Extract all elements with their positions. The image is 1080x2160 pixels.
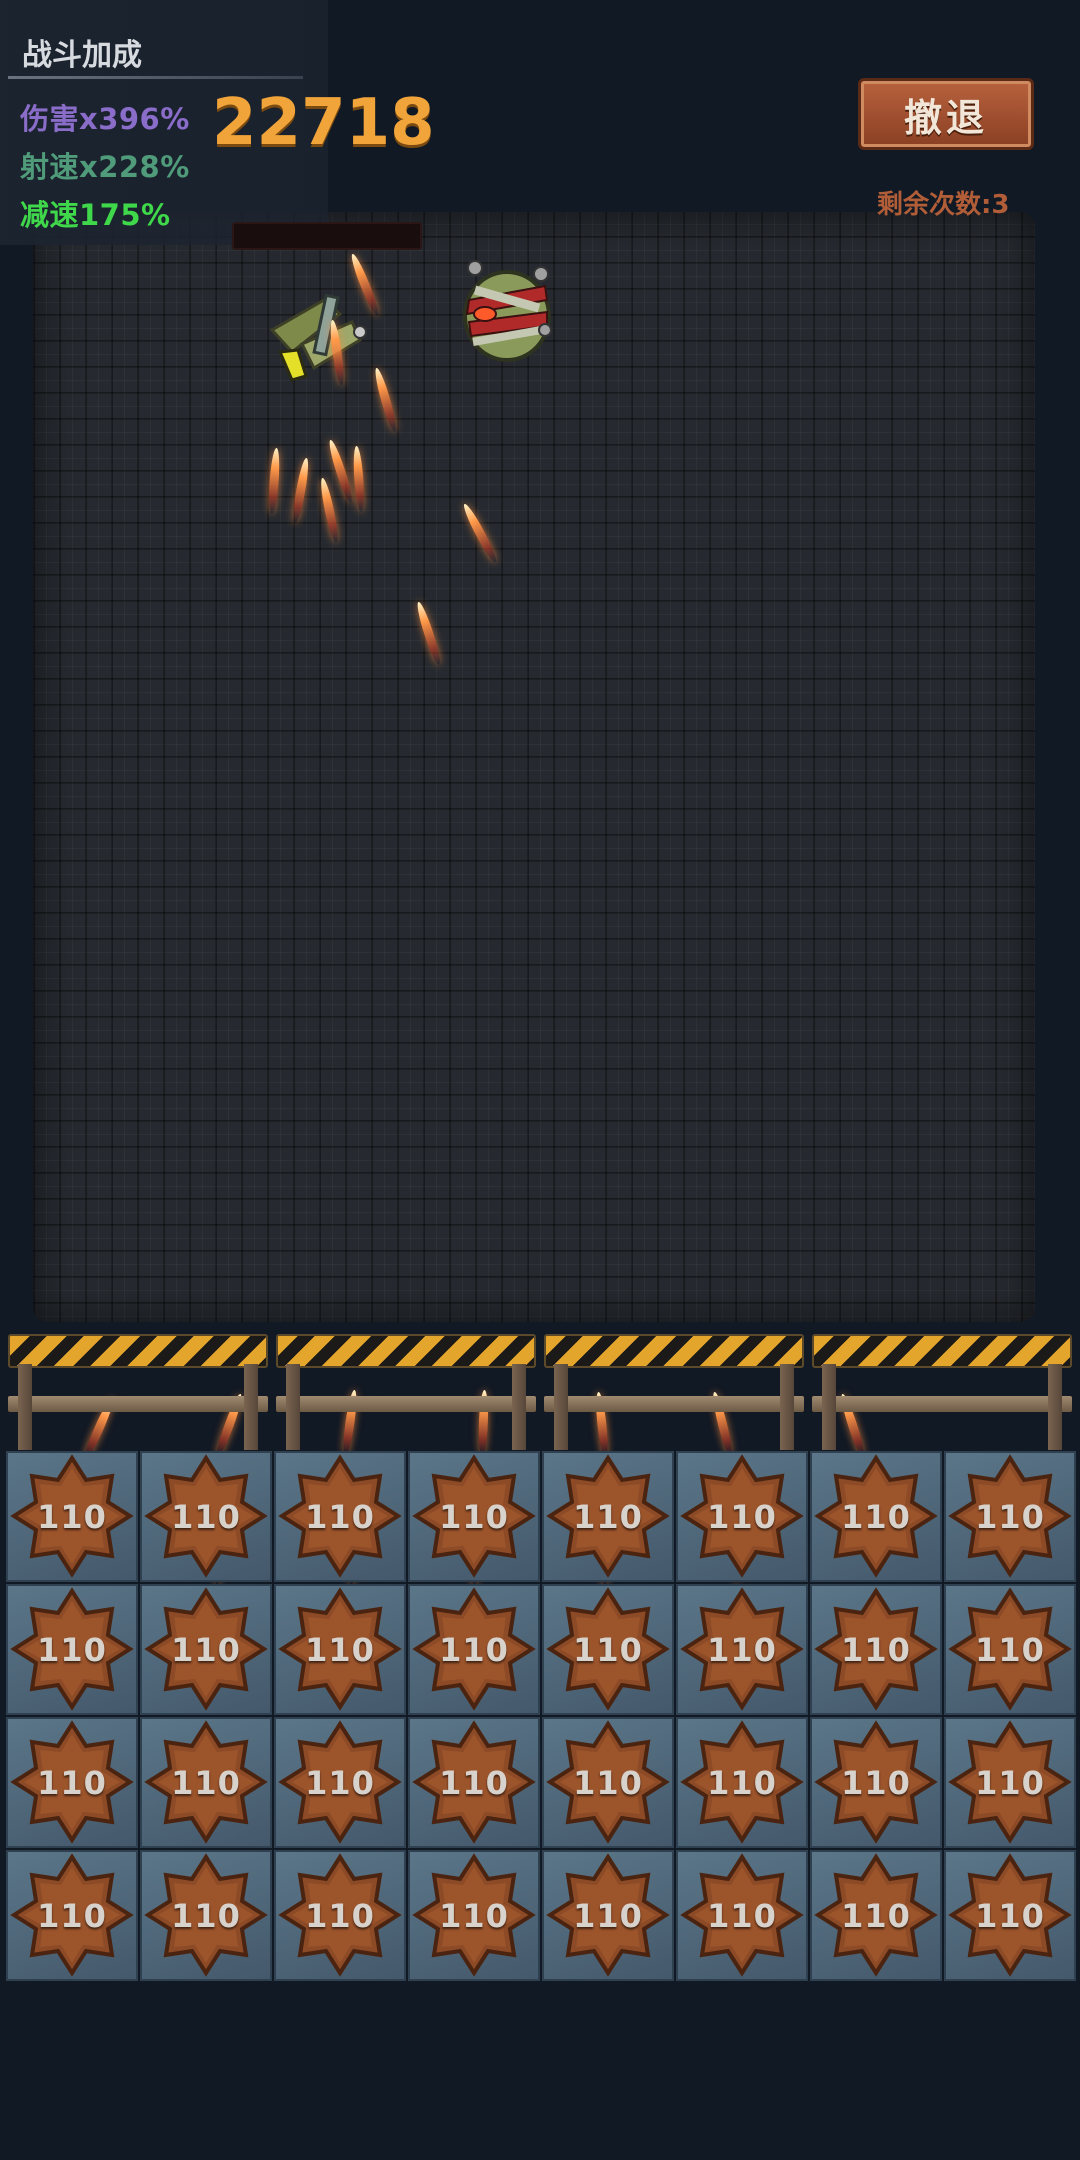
turret-slot[interactable]: 110 [944, 1451, 1076, 1582]
turret-level-value: 110 [171, 1896, 241, 1935]
turret-slot[interactable]: 110 [140, 1717, 272, 1848]
turret-level-value: 110 [707, 1497, 777, 1536]
turret-slot[interactable]: 110 [6, 1584, 138, 1715]
turret-slot[interactable]: 110 [944, 1717, 1076, 1848]
turret-slot[interactable]: 110 [408, 1717, 540, 1848]
mummy-walker-enemy [269, 293, 367, 382]
turret-slot[interactable]: 110 [944, 1850, 1076, 1981]
turret-level-value: 110 [975, 1497, 1045, 1536]
turret-level-value: 110 [305, 1630, 375, 1669]
turret-level-value: 110 [841, 1630, 911, 1669]
turret-slot[interactable]: 110 [408, 1584, 540, 1715]
score-counter: 22718 [212, 86, 435, 160]
turret-level-value: 110 [37, 1763, 107, 1802]
turret-slot[interactable]: 110 [6, 1850, 138, 1981]
turret-slot[interactable]: 110 [676, 1584, 808, 1715]
turret-slot[interactable]: 110 [140, 1850, 272, 1981]
turret-level-value: 110 [573, 1896, 643, 1935]
turret-level-value: 110 [573, 1630, 643, 1669]
turret-level-value: 110 [707, 1896, 777, 1935]
buff-divider [8, 76, 303, 79]
turret-level-value: 110 [439, 1497, 509, 1536]
turret-slot[interactable]: 110 [810, 1717, 942, 1848]
turret-level-value: 110 [841, 1497, 911, 1536]
turret-level-value: 110 [171, 1763, 241, 1802]
turret-level-value: 110 [975, 1763, 1045, 1802]
slow-buff: 减速175% [20, 198, 171, 232]
damage-buff: 伤害x396% [20, 102, 190, 136]
barricade [544, 1334, 804, 1450]
turret-level-value: 110 [573, 1497, 643, 1536]
turret-level-value: 110 [841, 1763, 911, 1802]
barricade [812, 1334, 1072, 1450]
turret-slot[interactable]: 110 [542, 1584, 674, 1715]
turret-level-value: 110 [975, 1630, 1045, 1669]
buff-panel-title: 战斗加成 [22, 38, 142, 73]
turret-slot[interactable]: 110 [810, 1451, 942, 1582]
turret-level-value: 110 [707, 1630, 777, 1669]
fire-rate-buff: 射速x228% [20, 150, 190, 184]
turret-slot[interactable]: 110 [6, 1717, 138, 1848]
turret-level-value: 110 [305, 1896, 375, 1935]
turret-slot[interactable]: 110 [274, 1584, 406, 1715]
turret-slot[interactable]: 110 [542, 1451, 674, 1582]
barricade [8, 1334, 268, 1450]
turret-slot[interactable]: 110 [676, 1451, 808, 1582]
turret-level-value: 110 [37, 1630, 107, 1669]
turret-slot[interactable]: 110 [810, 1584, 942, 1715]
turret-level-value: 110 [573, 1763, 643, 1802]
retreat-button[interactable]: 撤退 [858, 78, 1034, 150]
turret-slot[interactable]: 110 [542, 1850, 674, 1981]
turret-level-value: 110 [439, 1763, 509, 1802]
turret-level-value: 110 [37, 1896, 107, 1935]
turret-slot[interactable]: 110 [944, 1584, 1076, 1715]
turret-slot[interactable]: 110 [676, 1850, 808, 1981]
turret-slot[interactable]: 110 [676, 1717, 808, 1848]
barricade-row [8, 1334, 1072, 1450]
remaining-count: 剩余次数:3 [877, 190, 1010, 220]
turret-level-value: 110 [439, 1630, 509, 1669]
turret-slot[interactable]: 110 [274, 1451, 406, 1582]
enemy-health-bar [232, 222, 422, 250]
battle-field [33, 212, 1035, 1322]
turret-level-value: 110 [171, 1497, 241, 1536]
turret-level-value: 110 [305, 1497, 375, 1536]
turret-slot[interactable]: 110 [6, 1451, 138, 1582]
turret-slot[interactable]: 110 [274, 1850, 406, 1981]
turret-slot[interactable]: 110 [408, 1451, 540, 1582]
turret-grid: 110 110 110 110 110 110 110 110 110 110 110 110 110 1… [6, 1451, 1076, 1981]
turret-slot[interactable]: 110 [810, 1850, 942, 1981]
turret-level-value: 110 [171, 1630, 241, 1669]
turret-slot[interactable]: 110 [408, 1850, 540, 1981]
turret-level-value: 110 [975, 1896, 1045, 1935]
turret-slot[interactable]: 110 [140, 1451, 272, 1582]
turret-level-value: 110 [305, 1763, 375, 1802]
turret-slot[interactable]: 110 [542, 1717, 674, 1848]
turret-slot[interactable]: 110 [140, 1584, 272, 1715]
turret-level-value: 110 [439, 1896, 509, 1935]
turret-level-value: 110 [841, 1896, 911, 1935]
barricade [276, 1334, 536, 1450]
mummy-ball-enemy [463, 260, 552, 362]
turret-level-value: 110 [37, 1497, 107, 1536]
turret-slot[interactable]: 110 [274, 1717, 406, 1848]
turret-level-value: 110 [707, 1763, 777, 1802]
